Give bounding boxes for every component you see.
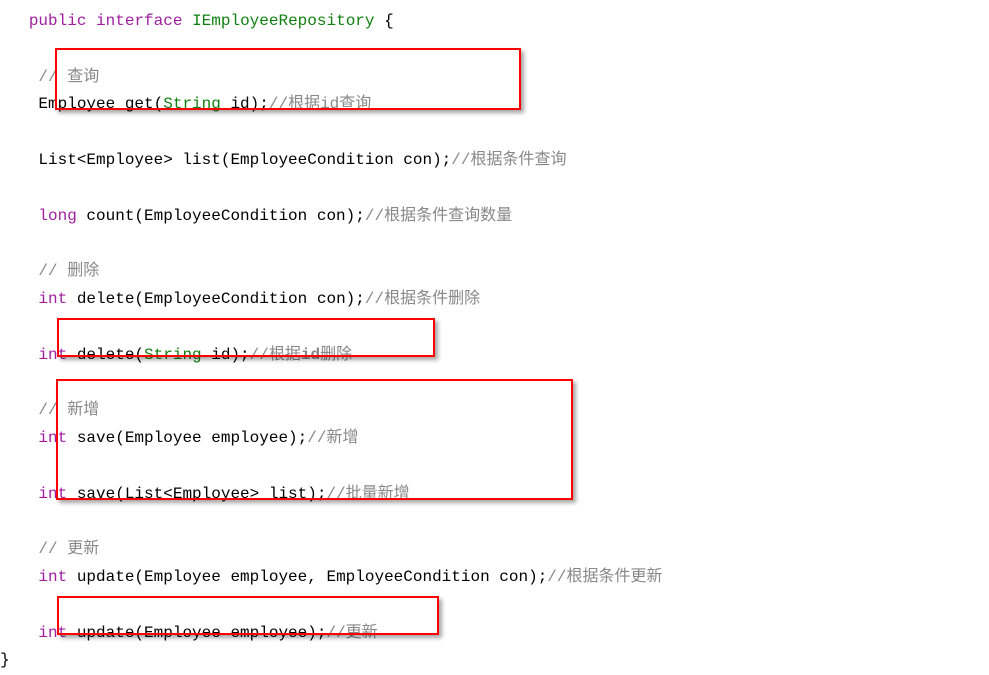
type-name: IEmployeeRepository [192, 12, 374, 30]
keyword-int: int [38, 568, 67, 586]
comment: // 删除 [38, 262, 99, 280]
keyword-int: int [38, 290, 67, 308]
keyword-int: int [38, 429, 67, 447]
keyword-long: long [38, 207, 76, 225]
comment: // 查询 [38, 68, 99, 86]
type-string: String [163, 95, 221, 113]
comment: //根据条件删除 [365, 290, 480, 308]
keyword-public: public [29, 12, 87, 30]
comment: //根据条件查询 [451, 151, 566, 169]
keyword-int: int [38, 624, 67, 642]
comment: //根据id查询 [269, 95, 371, 113]
type-string: String [144, 346, 202, 364]
keyword-interface: interface [96, 12, 182, 30]
comment: //更新 [326, 624, 377, 642]
comment: //新增 [307, 429, 358, 447]
keyword-int: int [38, 346, 67, 364]
keyword-int: int [38, 485, 67, 503]
comment: // 更新 [38, 540, 99, 558]
comment: //批量新增 [326, 485, 409, 503]
comment: //根据条件查询数量 [365, 207, 512, 225]
comment: //根据条件更新 [547, 568, 662, 586]
code-block: public interface IEmployeeRepository { /… [0, 0, 989, 675]
comment: // 新增 [38, 401, 99, 419]
